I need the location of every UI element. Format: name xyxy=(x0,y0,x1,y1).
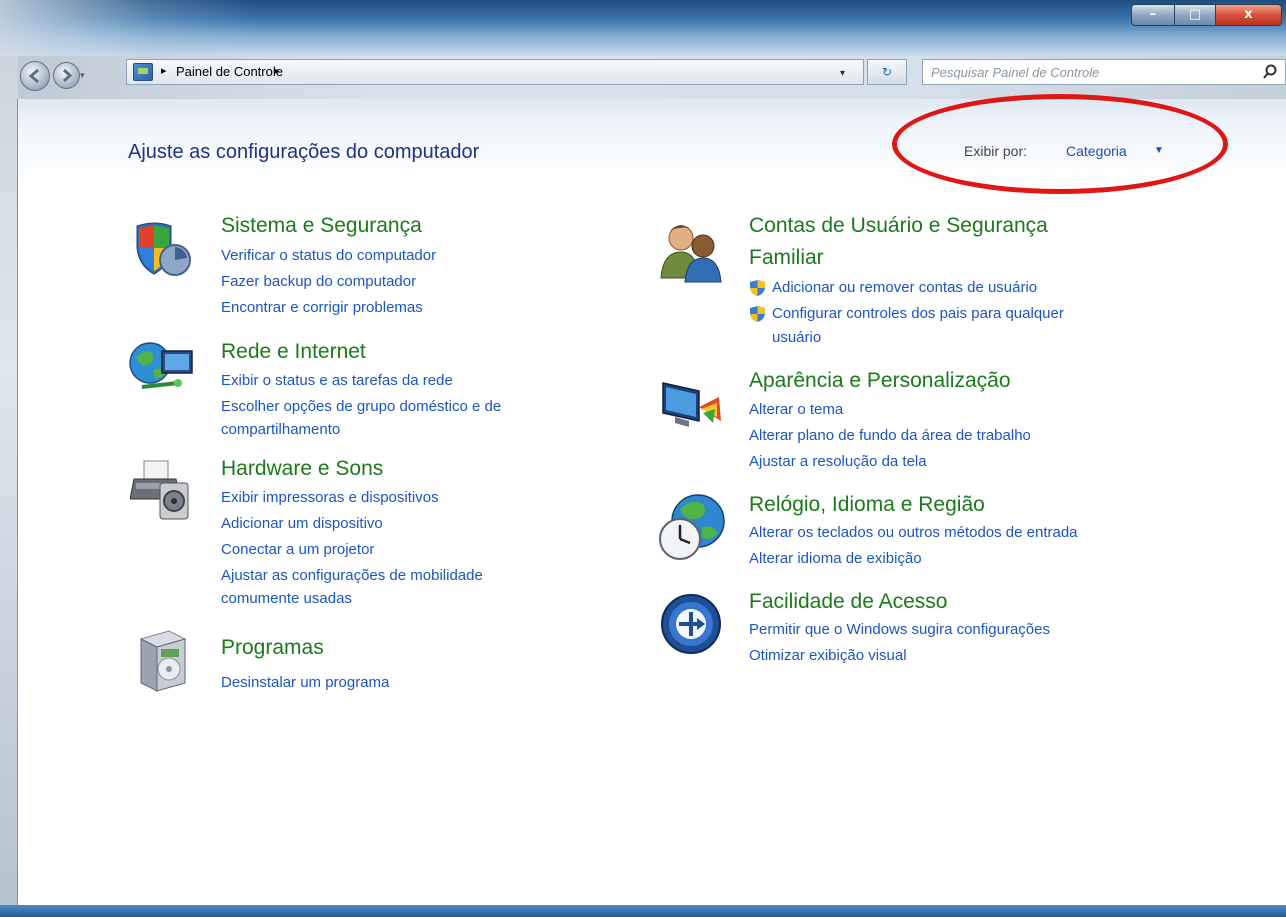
category-rede-internet[interactable]: Rede e Internet xyxy=(221,340,366,364)
link-windows-sugira[interactable]: Permitir que o Windows sugira configuraç… xyxy=(749,621,1050,638)
search-placeholder: Pesquisar Painel de Controle xyxy=(931,65,1100,80)
link-idioma-exibicao[interactable]: Alterar idioma de exibição xyxy=(749,550,922,567)
arrow-left-icon xyxy=(28,68,39,84)
category-programas[interactable]: Programas xyxy=(221,636,324,660)
window-bottom-border xyxy=(0,905,1286,917)
shield-computer-icon[interactable] xyxy=(131,218,193,280)
content-pane: Ajuste as configurações do computador Ex… xyxy=(17,99,1286,907)
link-controles-pais[interactable]: Configurar controles dos pais para qualq… xyxy=(772,305,1064,322)
breadcrumb-control-panel[interactable]: Painel de Controle xyxy=(176,64,283,79)
link-fazer-backup[interactable]: Fazer backup do computador xyxy=(221,273,416,290)
printer-speaker-icon[interactable] xyxy=(130,455,194,521)
title-bar-gloss xyxy=(0,0,1286,56)
link-adicionar-contas[interactable]: Adicionar ou remover contas de usuário xyxy=(772,279,1037,296)
minimize-button[interactable]: – xyxy=(1131,4,1175,26)
link-desinstalar-programa[interactable]: Desinstalar um programa xyxy=(221,674,389,691)
page-title: Ajuste as configurações do computador xyxy=(128,141,480,163)
clock-globe-icon[interactable] xyxy=(658,491,728,563)
control-panel-icon xyxy=(133,63,153,81)
maximize-button[interactable]: □ xyxy=(1174,4,1216,26)
link-otimizar-exibicao[interactable]: Otimizar exibição visual xyxy=(749,647,907,664)
link-conectar-projetor[interactable]: Conectar a um projetor xyxy=(221,541,374,558)
link-verificar-status[interactable]: Verificar o status do computador xyxy=(221,247,436,264)
link-grupo-domestico[interactable]: Escolher opções de grupo doméstico e de xyxy=(221,398,501,415)
search-input[interactable]: Pesquisar Painel de Controle xyxy=(922,59,1286,85)
programs-box-icon[interactable] xyxy=(135,629,189,695)
recent-pages-dropdown[interactable]: ▾ xyxy=(80,71,92,83)
link-mobilidade[interactable]: Ajustar as configurações de mobilidade xyxy=(221,567,483,584)
back-button[interactable] xyxy=(20,61,50,91)
link-encontrar-problemas[interactable]: Encontrar e corrigir problemas xyxy=(221,299,423,316)
link-alterar-tema[interactable]: Alterar o tema xyxy=(749,401,843,418)
refresh-button[interactable]: ↻ xyxy=(867,59,907,85)
category-sistema-seguranca[interactable]: Sistema e Segurança xyxy=(221,214,422,238)
users-icon[interactable] xyxy=(659,220,725,284)
category-relogio-idioma[interactable]: Relógio, Idioma e Região xyxy=(749,493,985,517)
category-contas-usuario-cont[interactable]: Familiar xyxy=(749,246,824,270)
link-plano-fundo[interactable]: Alterar plano de fundo da área de trabal… xyxy=(749,427,1031,444)
breadcrumb-separator[interactable]: ▸ xyxy=(161,64,167,77)
close-button[interactable]: x xyxy=(1215,4,1282,26)
breadcrumb-separator[interactable]: ▸ xyxy=(274,64,280,77)
address-bar[interactable]: ▸ Painel de Controle ▸ xyxy=(126,59,864,85)
link-teclados[interactable]: Alterar os teclados ou outros métodos de… xyxy=(749,524,1078,541)
link-grupo-domestico-cont[interactable]: compartilhamento xyxy=(221,421,340,438)
category-hardware-sons[interactable]: Hardware e Sons xyxy=(221,457,383,481)
uac-shield-icon xyxy=(750,306,765,322)
link-mobilidade-cont[interactable]: comumente usadas xyxy=(221,590,352,607)
globe-network-icon[interactable] xyxy=(128,339,198,401)
display-palette-icon[interactable] xyxy=(661,377,725,437)
highlight-ring xyxy=(892,94,1228,194)
uac-shield-icon xyxy=(750,280,765,296)
category-contas-usuario[interactable]: Contas de Usuário e Segurança xyxy=(749,214,1048,238)
category-aparencia[interactable]: Aparência e Personalização xyxy=(749,369,1011,393)
control-panel-window: – □ x ▾ ▸ Painel de Controle ▸ ▾ ↻ Pesqu… xyxy=(0,0,1286,917)
window-frame xyxy=(0,0,18,917)
link-impressoras[interactable]: Exibir impressoras e dispositivos xyxy=(221,489,439,506)
category-facilidade-acesso[interactable]: Facilidade de Acesso xyxy=(749,590,947,614)
search-icon[interactable] xyxy=(1261,63,1279,81)
forward-button[interactable] xyxy=(53,62,80,89)
link-adicionar-dispositivo[interactable]: Adicionar um dispositivo xyxy=(221,515,383,532)
arrow-right-icon xyxy=(62,68,73,83)
link-controles-pais-cont[interactable]: usuário xyxy=(772,329,821,346)
link-resolucao-tela[interactable]: Ajustar a resolução da tela xyxy=(749,453,927,470)
accessibility-icon[interactable] xyxy=(659,592,723,656)
address-history-dropdown[interactable]: ▾ xyxy=(840,68,845,79)
link-status-rede[interactable]: Exibir o status e as tarefas da rede xyxy=(221,372,453,389)
